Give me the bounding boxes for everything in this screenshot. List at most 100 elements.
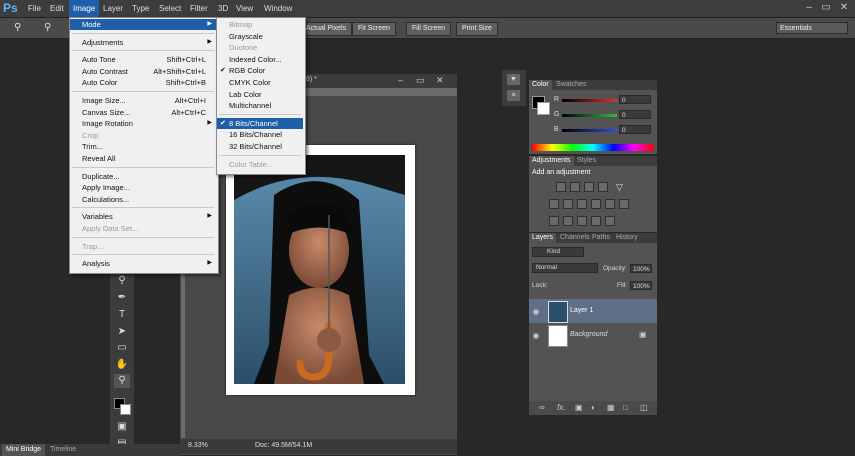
photo-filter-icon[interactable] [591, 199, 601, 209]
color-spectrum-ramp[interactable] [532, 144, 654, 151]
fill-input[interactable]: 100% [630, 281, 652, 290]
layer-row-layer-1[interactable]: ◉ Layer 1 [529, 299, 657, 323]
restore-icon[interactable]: ▭ [820, 2, 832, 14]
tab-channels[interactable]: Channels [557, 233, 593, 243]
menu-3d[interactable]: 3D [214, 0, 232, 17]
tab-paths[interactable]: Paths [589, 233, 613, 243]
quick-mask-icon[interactable]: ▣ [114, 420, 130, 434]
mode-menu-item[interactable]: Grayscale [217, 31, 303, 42]
eye-icon[interactable]: ◉ [531, 331, 541, 340]
group-icon[interactable]: ▦ [607, 403, 615, 412]
mode-menu-item[interactable]: CMYK Color [217, 77, 303, 88]
brightness-contrast-icon[interactable] [556, 182, 566, 192]
image-menu-item[interactable]: Auto Color Shift+Ctrl+B [70, 77, 216, 88]
mode-menu-item[interactable]: Indexed Color... [217, 54, 303, 65]
link-icon[interactable]: ∞ [539, 403, 545, 412]
image-menu-item[interactable]: Mode ▶ [70, 19, 216, 30]
image-menu-item[interactable]: Duplicate... [70, 171, 216, 182]
tab-timeline[interactable]: Timeline [46, 444, 80, 456]
pen-tool-icon[interactable]: ✒ [114, 291, 130, 305]
menu-select[interactable]: Select [155, 0, 185, 17]
zoom-tool-icon[interactable]: ⚲ [14, 22, 26, 34]
properties-icon[interactable]: ≡ [507, 90, 520, 101]
menu-edit[interactable]: Edit [46, 0, 68, 17]
minimize-icon[interactable]: – [803, 2, 815, 14]
doc-restore-icon[interactable]: ▭ [416, 75, 425, 86]
green-slider[interactable] [562, 114, 617, 117]
doc-minimize-icon[interactable]: – [398, 75, 403, 85]
mode-menu-item[interactable]: ✔ RGB Color [217, 65, 303, 76]
opacity-input[interactable]: 100% [630, 264, 652, 273]
mode-menu-item[interactable]: 32 Bits/Channel [217, 141, 303, 152]
layer-filter-select[interactable]: Kind [532, 247, 584, 257]
invert-icon[interactable] [549, 216, 559, 226]
layer-name[interactable]: Background [570, 331, 607, 338]
tab-swatches[interactable]: Swatches [553, 80, 589, 90]
trash-icon[interactable]: ◫ [640, 403, 648, 412]
image-menu-item[interactable]: Image Rotation ▶ [70, 118, 216, 129]
layer-photo[interactable] [234, 155, 405, 384]
green-value-input[interactable]: 0 [619, 110, 651, 119]
zoom-tool-icon[interactable]: ⚲ [114, 374, 130, 388]
eye-icon[interactable]: ◉ [531, 307, 541, 316]
blend-mode-select[interactable]: Normal [532, 263, 598, 273]
mask-icon[interactable]: ▣ [575, 403, 583, 412]
levels-icon[interactable] [570, 182, 580, 192]
layer-name[interactable]: Layer 1 [570, 307, 593, 314]
path-selection-tool-icon[interactable]: ➤ [114, 325, 130, 339]
hue-saturation-icon[interactable] [549, 199, 559, 209]
image-menu-item[interactable]: Reveal All [70, 153, 216, 164]
workspace-select[interactable]: Essentials [776, 22, 848, 34]
mode-menu-item[interactable]: Lab Color [217, 89, 303, 100]
zoom-level[interactable]: 8.33% [188, 442, 208, 449]
history-icon[interactable]: ▼ [507, 74, 520, 85]
red-value-input[interactable]: 0 [619, 95, 651, 104]
vibrance-icon[interactable]: ▽ [616, 182, 626, 192]
blue-slider[interactable] [562, 129, 617, 132]
black-white-icon[interactable] [577, 199, 587, 209]
spot-healing-tool-icon[interactable]: ⚲ [114, 274, 130, 288]
tab-mini-bridge[interactable]: Mini Bridge [2, 444, 46, 456]
layer-row-background[interactable]: ◉ Background ▣ [529, 323, 657, 347]
zoom-in-icon[interactable]: ⚲ [44, 22, 56, 34]
menu-file[interactable]: File [24, 0, 45, 17]
tab-styles[interactable]: Styles [574, 156, 599, 166]
menu-window[interactable]: Window [260, 0, 296, 17]
tab-color[interactable]: Color [529, 80, 552, 90]
print-size-button[interactable]: Print Size [456, 22, 498, 36]
blue-value-input[interactable]: 0 [619, 125, 651, 134]
image-menu-item[interactable]: Auto Contrast Alt+Shift+Ctrl+L [70, 66, 216, 77]
adjustment-layer-icon[interactable]: ◐ [591, 403, 596, 412]
image-menu-item[interactable]: Image Size... Alt+Ctrl+I [70, 95, 216, 106]
image-menu-item[interactable]: Analysis ▶ [70, 258, 216, 269]
selective-color-icon[interactable] [591, 216, 601, 226]
red-slider[interactable] [562, 99, 617, 102]
new-layer-icon[interactable]: □ [623, 403, 628, 412]
menu-image[interactable]: Image [69, 0, 100, 17]
menu-layer[interactable]: Layer [99, 0, 127, 17]
threshold-icon[interactable] [577, 216, 587, 226]
tab-layers[interactable]: Layers [529, 233, 557, 243]
menu-view[interactable]: View [232, 0, 257, 17]
mode-menu-item[interactable]: Multichannel [217, 100, 303, 111]
color-lookup-icon[interactable] [619, 199, 629, 209]
image-menu-item[interactable]: Adjustments ▶ [70, 37, 216, 48]
gradient-map-icon[interactable] [605, 216, 615, 226]
image-menu-item[interactable]: Calculations... [70, 194, 216, 205]
menu-type[interactable]: Type [128, 0, 153, 17]
fit-screen-button[interactable]: Fit Screen [352, 22, 396, 36]
document-size-info[interactable]: Doc: 49.5M/54.1M [255, 442, 312, 449]
type-tool-icon[interactable]: T [114, 308, 130, 322]
exposure-icon[interactable] [598, 182, 608, 192]
tab-adjustments[interactable]: Adjustments [529, 156, 574, 166]
curves-icon[interactable] [584, 182, 594, 192]
rectangle-tool-icon[interactable]: ▭ [114, 341, 130, 355]
color-balance-icon[interactable] [563, 199, 573, 209]
menu-filter[interactable]: Filter [186, 0, 212, 17]
image-menu-item[interactable]: Variables ▶ [70, 211, 216, 222]
image-menu-item[interactable]: Auto Tone Shift+Ctrl+L [70, 54, 216, 65]
actual-pixels-button[interactable]: Actual Pixels [300, 22, 353, 36]
background-color-swatch[interactable] [537, 102, 550, 115]
fill-screen-button[interactable]: Fill Screen [406, 22, 452, 36]
hand-tool-icon[interactable]: ✋ [114, 358, 130, 372]
